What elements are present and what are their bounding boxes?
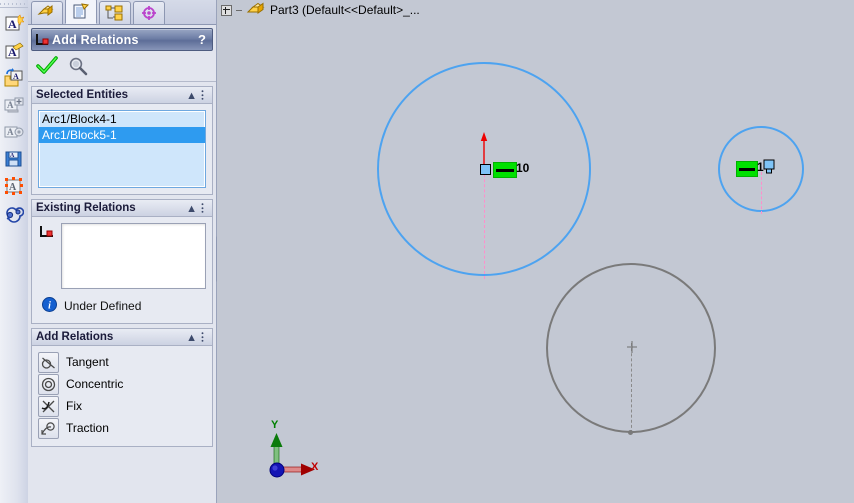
gray-circle-bottom-point — [628, 430, 633, 435]
tree-connector — [236, 9, 242, 11]
large-circle-centerline — [484, 169, 485, 279]
traction-icon[interactable] — [38, 417, 59, 439]
sketch-text-new-icon[interactable]: A — [1, 11, 27, 37]
selected-entities-title: Selected Entities — [36, 89, 129, 101]
save-block-icon[interactable]: A — [1, 146, 27, 172]
green-check-icon — [36, 55, 58, 74]
magnifier-icon — [69, 57, 88, 75]
existing-relations-header[interactable]: Existing Relations ▲︙ — [32, 200, 212, 217]
info-icon: i — [42, 297, 57, 315]
triad-x-label: X — [311, 461, 319, 473]
feature-tree-icon — [37, 5, 54, 16]
list-item[interactable]: Arc1/Block5-1 — [39, 127, 205, 143]
status-badge: i Under Defined — [38, 289, 206, 317]
dimxpert-manager-tab[interactable] — [133, 1, 165, 24]
chevron-up-icon[interactable]: ▲︙ — [186, 200, 208, 216]
status-text: Under Defined — [64, 299, 142, 313]
part-icon — [246, 2, 266, 18]
existing-relations-title: Existing Relations — [36, 202, 136, 214]
graphics-area[interactable]: Part3 (Default<<Default>_... 10 1 Y X — [217, 0, 854, 503]
add-relations-icon — [32, 33, 52, 47]
relation-label: Fix — [66, 399, 82, 413]
relation-label: Concentric — [66, 377, 124, 391]
triad-y-label: Y — [271, 419, 279, 431]
large-circle-badge-number: 10 — [516, 161, 530, 175]
relation-tangent[interactable]: Tangent — [38, 351, 206, 373]
explode-block-icon[interactable]: A — [1, 173, 27, 199]
preview-button[interactable] — [68, 56, 88, 79]
property-manager-tab[interactable] — [65, 0, 97, 24]
selected-entities-group: Selected Entities ▲︙ Arc1/Block4-1 Arc1/… — [31, 86, 213, 195]
svg-text:A: A — [9, 182, 17, 193]
dimxpert-target-icon — [142, 6, 156, 20]
small-circle-centerline — [761, 172, 762, 214]
insert-block-icon[interactable]: A — [1, 65, 27, 91]
plus-box-icon[interactable] — [221, 4, 232, 16]
selected-entities-header[interactable]: Selected Entities ▲︙ — [32, 87, 212, 104]
relation-concentric[interactable]: Concentric — [38, 373, 206, 395]
panel-empty-area — [28, 467, 216, 503]
sketch-text-edit-icon[interactable]: A — [1, 38, 27, 64]
small-circle-center-point-icon[interactable] — [763, 159, 775, 177]
clipboard-icon — [73, 3, 90, 19]
relation-label: Traction — [66, 421, 109, 435]
left-toolbar: A A A A A A A — [0, 0, 29, 503]
belt-chain-icon[interactable] — [1, 200, 27, 226]
existing-relations-group: Existing Relations ▲︙ i Under Defined — [31, 199, 213, 324]
concentric-icon[interactable] — [38, 373, 59, 395]
edit-block-icon[interactable]: A — [1, 119, 27, 145]
existing-relations-list[interactable] — [61, 223, 206, 289]
chevron-up-icon[interactable]: ▲︙ — [186, 329, 208, 345]
gray-circle-center-crosshair — [625, 340, 639, 357]
chevron-up-icon[interactable]: ▲︙ — [186, 87, 208, 103]
configuration-icon — [105, 5, 123, 21]
relation-fix[interactable]: Fix — [38, 395, 206, 417]
large-circle-center-point[interactable] — [480, 164, 491, 175]
svg-text:i: i — [48, 301, 51, 312]
tangent-icon[interactable] — [38, 351, 59, 373]
add-relations-group: Add Relations ▲︙ Tangent Concentric Fix … — [31, 328, 213, 447]
svg-text:A: A — [8, 17, 17, 31]
document-title: Part3 (Default<<Default>_... — [270, 3, 420, 17]
help-button[interactable]: ? — [198, 32, 212, 47]
manager-tab-bar — [28, 0, 216, 25]
accept-button[interactable] — [36, 55, 58, 79]
add-relations-title: Add Relations — [36, 331, 114, 343]
origin-triad: Y X — [255, 419, 319, 488]
toolbar-grip[interactable] — [0, 0, 28, 8]
relation-traction[interactable]: Traction — [38, 417, 206, 439]
property-manager-title: Add Relations — [52, 32, 139, 47]
relation-label: Tangent — [66, 355, 109, 369]
relation-icon — [38, 223, 56, 244]
property-manager-header: Add Relations ? — [31, 28, 213, 51]
add-to-block-icon[interactable]: A — [1, 92, 27, 118]
small-circle-relation-badge[interactable] — [736, 161, 758, 177]
large-circle-relation-badge[interactable] — [493, 162, 517, 178]
property-manager-panel: Add Relations ? Selected Entities ▲︙ Arc… — [28, 0, 217, 503]
add-relations-header[interactable]: Add Relations ▲︙ — [32, 329, 212, 346]
svg-text:A: A — [7, 100, 14, 110]
configuration-manager-tab[interactable] — [99, 1, 131, 24]
svg-text:A: A — [13, 72, 19, 81]
document-tab[interactable]: Part3 (Default<<Default>_... — [217, 0, 854, 20]
svg-text:A: A — [10, 153, 15, 159]
feature-manager-tab[interactable] — [31, 1, 63, 24]
list-item[interactable]: Arc1/Block4-1 — [39, 111, 205, 127]
selected-entities-list[interactable]: Arc1/Block4-1 Arc1/Block5-1 — [38, 110, 206, 188]
fix-icon[interactable] — [38, 395, 59, 417]
property-manager-actions — [28, 51, 216, 82]
svg-text:A: A — [7, 127, 14, 137]
